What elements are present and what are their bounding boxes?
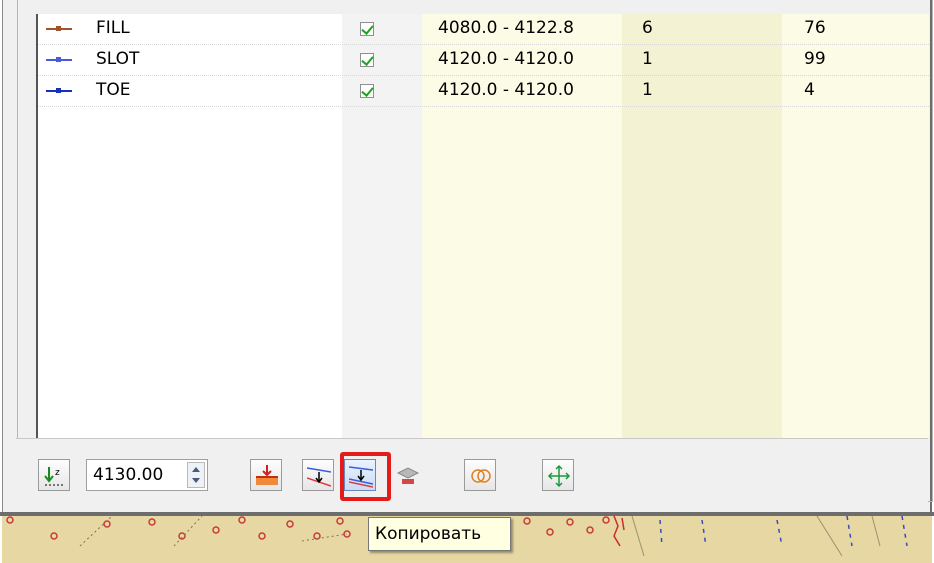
layer-count: 1 xyxy=(642,80,653,100)
surface-button[interactable] xyxy=(392,459,424,491)
project-lines-button[interactable] xyxy=(302,459,334,491)
line-style-icon xyxy=(46,57,72,62)
copy-tooltip: Копировать xyxy=(368,517,511,551)
layer-name: TOE xyxy=(96,80,131,100)
layer-name: FILL xyxy=(96,18,130,38)
visible-checkbox[interactable] xyxy=(360,53,374,67)
intersect-button[interactable] xyxy=(464,459,496,491)
bottom-toolbar: z xyxy=(16,438,928,503)
layer-count: 6 xyxy=(642,18,653,38)
layer-range: 4080.0 - 4122.8 xyxy=(438,18,574,38)
layer-range: 4120.0 - 4120.0 xyxy=(438,80,574,100)
move-button[interactable] xyxy=(542,459,574,491)
svg-text:z: z xyxy=(55,468,60,478)
drop-to-surface-icon xyxy=(256,465,278,485)
z-level-spinner[interactable] xyxy=(187,462,205,488)
sort-z-icon: z xyxy=(44,467,63,486)
project-lines-icon xyxy=(307,467,331,487)
surface-layer-icon xyxy=(396,467,420,484)
z-level-input[interactable] xyxy=(93,464,183,486)
visible-checkbox[interactable] xyxy=(360,84,374,98)
layer-range: 4120.0 - 4120.0 xyxy=(438,49,574,69)
layer-count: 1 xyxy=(642,49,653,69)
visible-checkbox[interactable] xyxy=(360,22,374,36)
spin-down-icon[interactable] xyxy=(192,478,200,483)
intersect-circles-icon xyxy=(471,469,491,483)
set-elevation-button[interactable] xyxy=(250,459,282,491)
layer-name: SLOT xyxy=(96,49,140,69)
layer-row-slot[interactable]: SLOT 4120.0 - 4120.0 1 99 xyxy=(38,45,929,76)
layer-id: 76 xyxy=(804,18,826,38)
copy-button-highlight xyxy=(340,452,391,501)
layer-id: 99 xyxy=(804,49,826,69)
spin-up-icon[interactable] xyxy=(192,467,200,472)
layers-list[interactable]: FILL 4080.0 - 4122.8 6 76 SLOT 4120.0 - … xyxy=(36,14,929,438)
z-level-field[interactable] xyxy=(86,459,208,491)
layer-id: 4 xyxy=(804,80,815,100)
layer-row-fill[interactable]: FILL 4080.0 - 4122.8 6 76 xyxy=(38,14,929,45)
line-style-icon xyxy=(46,88,72,93)
tooltip-text: Копировать xyxy=(375,524,482,544)
move-arrows-icon xyxy=(547,464,571,488)
layer-row-toe[interactable]: TOE 4120.0 - 4120.0 1 4 xyxy=(38,76,929,107)
sort-z-button[interactable]: z xyxy=(38,459,70,491)
line-style-icon xyxy=(46,26,72,31)
